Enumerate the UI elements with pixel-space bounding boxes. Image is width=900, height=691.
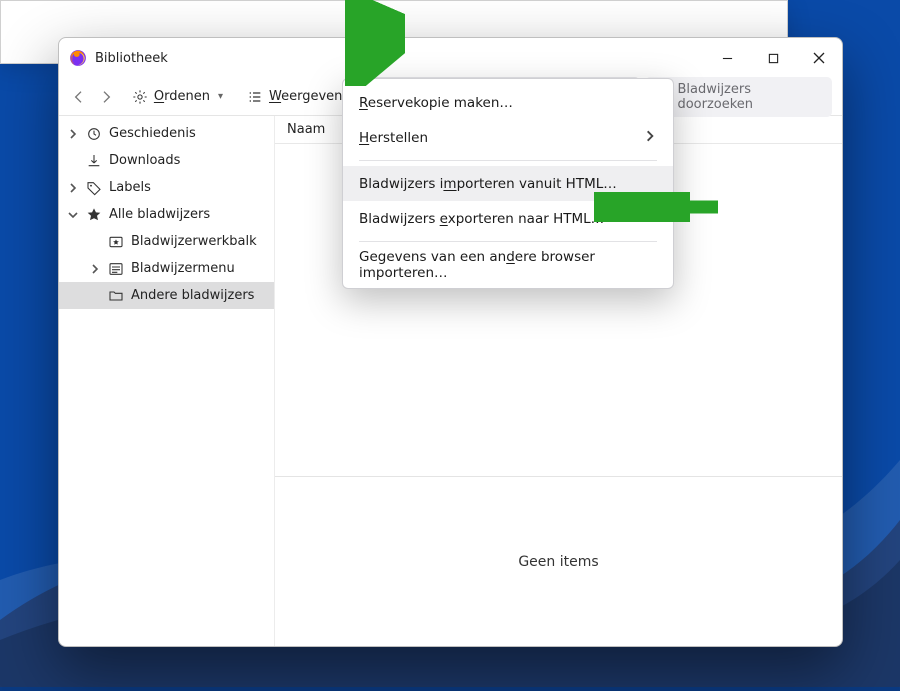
forward-button[interactable] [96,86,117,108]
gear-icon [132,89,148,105]
bookmarks-toolbar-icon [108,234,124,250]
sidebar-item-bookmarks-menu[interactable]: Bladwijzermenu [59,255,274,282]
chevron-right-icon [67,128,79,140]
sidebar-item-label: Downloads [109,153,180,168]
sidebar-item-label: Andere bladwijzers [131,288,254,303]
sidebar-item-label: Labels [109,180,151,195]
minimize-button[interactable] [704,38,750,78]
menu-item-label: Bladwijzers importeren vanuit HTML… [359,176,617,192]
download-icon [86,153,102,169]
menu-item-label: Reservekopie maken… [359,95,513,111]
sidebar-item-label: Bladwijzerwerkbalk [131,234,257,249]
sidebar-item-label: Bladwijzermenu [131,261,235,276]
menu-item-export-html[interactable]: Bladwijzers exporteren naar HTML… [343,201,673,236]
sidebar-item-label: Alle bladwijzers [109,207,210,222]
menu-item-import-html[interactable]: Bladwijzers importeren vanuit HTML… [343,166,673,201]
sidebar-item-labels[interactable]: Labels [59,174,274,201]
column-name-label: Naam [287,122,325,137]
window-controls [704,38,842,78]
menu-item-label: Gegevens van een andere browser importer… [359,249,657,281]
chevron-down-icon: ▾ [218,91,223,102]
details-pane: Geen items [275,476,842,646]
back-button[interactable] [69,86,90,108]
window-title: Bibliotheek [95,51,168,66]
firefox-icon [69,49,87,67]
tag-icon [86,180,102,196]
menu-separator [359,241,657,242]
library-window: Bibliotheek OOrdenenrdenen ▾ [58,37,843,647]
sidebar-item-history[interactable]: Geschiedenis [59,120,274,147]
organize-button[interactable]: OOrdenenrdenen ▾ [123,84,232,110]
titlebar: Bibliotheek [59,38,842,78]
menu-item-label: Herstellen [359,130,428,146]
sidebar-item-label: Geschiedenis [109,126,196,141]
menu-item-restore[interactable]: Herstellen [343,120,673,155]
sidebar-item-all-bookmarks[interactable]: Alle bladwijzers [59,201,274,228]
maximize-button[interactable] [750,38,796,78]
chevron-down-icon [67,209,79,221]
chevron-right-icon [643,129,657,147]
list-icon [247,89,263,105]
sidebar-item-other-bookmarks[interactable]: Andere bladwijzers [59,282,274,309]
sidebar-item-bookmarks-toolbar[interactable]: Bladwijzerwerkbalk [59,228,274,255]
bookmarks-menu-icon [108,261,124,277]
sidebar: Geschiedenis Downloads Labels [59,116,275,646]
folder-icon [108,288,124,304]
star-icon [86,207,102,223]
menu-item-import-browser[interactable]: Gegevens van een andere browser importer… [343,247,673,282]
menu-item-backup[interactable]: Reservekopie maken… [343,85,673,120]
empty-message: Geen items [518,554,598,570]
organize-label: OOrdenenrdenen [154,89,210,104]
chevron-right-icon [67,182,79,194]
search-placeholder: Bladwijzers doorzoeken [677,82,822,112]
sidebar-item-downloads[interactable]: Downloads [59,147,274,174]
chevron-right-icon [89,263,101,275]
import-backup-menu: Reservekopie maken… Herstellen Bladwijze… [342,78,674,289]
views-label: Weergeven [269,89,342,104]
menu-item-label: Bladwijzers exporteren naar HTML… [359,211,604,227]
clock-icon [86,126,102,142]
close-button[interactable] [796,38,842,78]
menu-separator [359,160,657,161]
